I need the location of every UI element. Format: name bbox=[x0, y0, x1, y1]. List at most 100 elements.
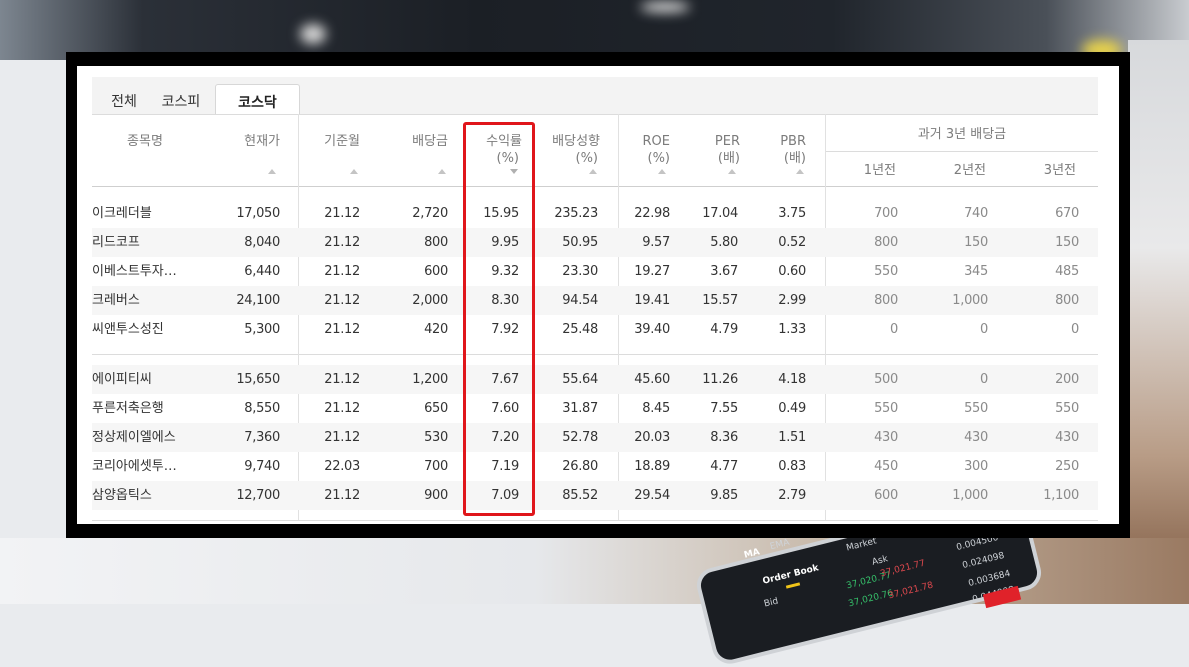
cell-name[interactable]: 씨앤투스성진 bbox=[92, 315, 212, 344]
column-header-pbr[interactable]: PBR bbox=[746, 134, 806, 150]
row-group-divider bbox=[92, 354, 1098, 355]
cell-y2: 740 bbox=[964, 206, 988, 221]
cell-div: 530 bbox=[424, 430, 448, 445]
cell-y2: 550 bbox=[964, 401, 988, 416]
sort-arrow-icon[interactable] bbox=[589, 169, 597, 174]
cell-month: 21.12 bbox=[324, 322, 360, 337]
cell-month: 21.12 bbox=[324, 401, 360, 416]
cell-y2: 430 bbox=[964, 430, 988, 445]
table-top-border bbox=[92, 114, 1098, 115]
sort-arrow-icon[interactable] bbox=[350, 169, 358, 174]
cell-per: 5.80 bbox=[710, 235, 738, 250]
cell-price: 8,550 bbox=[244, 401, 280, 416]
cell-roe: 39.40 bbox=[634, 322, 670, 337]
sort-arrow-icon[interactable] bbox=[728, 169, 736, 174]
column-header-payout[interactable]: 배당성향 bbox=[530, 134, 600, 150]
cell-month: 21.12 bbox=[324, 206, 360, 221]
cell-per: 3.67 bbox=[710, 264, 738, 279]
cell-y1: 500 bbox=[874, 372, 898, 387]
cell-pbr: 1.33 bbox=[778, 322, 806, 337]
cell-per: 4.79 bbox=[710, 322, 738, 337]
cell-payout: 94.54 bbox=[562, 293, 598, 308]
cell-payout: 85.52 bbox=[562, 488, 598, 503]
background-monitor bbox=[0, 0, 1189, 60]
cell-payout: 55.64 bbox=[562, 372, 598, 387]
cell-price: 15,650 bbox=[236, 372, 280, 387]
cell-pbr: 0.60 bbox=[778, 264, 806, 279]
cell-month: 21.12 bbox=[324, 235, 360, 250]
cell-name[interactable]: 정상제이엘에스 bbox=[92, 423, 212, 452]
cell-name[interactable]: 푸른저축은행 bbox=[92, 394, 212, 423]
cell-y3: 0 bbox=[1071, 322, 1079, 337]
cell-y2: 300 bbox=[964, 459, 988, 474]
cell-name[interactable]: 삼양옵틱스 bbox=[92, 481, 212, 510]
cell-name[interactable]: 에이피티씨 bbox=[92, 365, 212, 394]
cell-div: 420 bbox=[424, 322, 448, 337]
cell-price: 5,300 bbox=[244, 322, 280, 337]
cell-div: 2,000 bbox=[412, 293, 448, 308]
tab-all[interactable]: 전체 bbox=[100, 84, 148, 114]
cell-div: 650 bbox=[424, 401, 448, 416]
background-light bbox=[640, 2, 690, 12]
cell-name[interactable]: 크레버스 bbox=[92, 286, 212, 315]
cell-y1: 600 bbox=[874, 488, 898, 503]
cell-y2: 0 bbox=[980, 372, 988, 387]
sort-arrow-icon[interactable] bbox=[438, 169, 446, 174]
cell-pbr: 2.99 bbox=[778, 293, 806, 308]
cell-name[interactable]: 리드코프 bbox=[92, 228, 212, 257]
cell-y2: 345 bbox=[964, 264, 988, 279]
tab-kosdaq[interactable]: 코스닥 bbox=[215, 84, 300, 115]
column-header-name[interactable]: 종목명 bbox=[100, 134, 190, 150]
cell-div: 1,200 bbox=[412, 372, 448, 387]
column-header-1-year-ago[interactable]: 1년전 bbox=[820, 163, 896, 179]
cell-name[interactable]: 이크레더블 bbox=[92, 199, 212, 228]
cell-per: 17.04 bbox=[702, 206, 738, 221]
cell-name[interactable]: 이베스트투자… bbox=[92, 257, 212, 286]
cell-y3: 670 bbox=[1055, 206, 1079, 221]
tab-kospi[interactable]: 코스피 bbox=[152, 84, 210, 114]
cell-name[interactable]: 코리아에셋투… bbox=[92, 452, 212, 481]
sort-arrow-icon[interactable] bbox=[268, 169, 276, 174]
cell-price: 7,360 bbox=[244, 430, 280, 445]
cell-y2: 150 bbox=[964, 235, 988, 250]
cell-y1: 700 bbox=[874, 206, 898, 221]
column-header-per[interactable]: PER bbox=[680, 134, 740, 150]
cell-div: 900 bbox=[424, 488, 448, 503]
column-header-3-years-ago[interactable]: 3년전 bbox=[1000, 163, 1076, 179]
column-group-past-dividends: 과거 3년 배당금 bbox=[917, 127, 1007, 142]
column-header-2-years-ago[interactable]: 2년전 bbox=[910, 163, 986, 179]
cell-per: 7.55 bbox=[710, 401, 738, 416]
cell-div: 2,720 bbox=[412, 206, 448, 221]
cell-roe: 19.27 bbox=[634, 264, 670, 279]
cell-div: 600 bbox=[424, 264, 448, 279]
cell-roe: 22.98 bbox=[634, 206, 670, 221]
cell-pbr: 2.79 bbox=[778, 488, 806, 503]
cell-month: 21.12 bbox=[324, 264, 360, 279]
sort-arrow-icon[interactable] bbox=[658, 169, 666, 174]
table-bottom-border bbox=[92, 520, 1098, 521]
cell-y3: 550 bbox=[1055, 401, 1079, 416]
sort-arrow-icon[interactable] bbox=[796, 169, 804, 174]
column-header-base-month[interactable]: 기준월 bbox=[290, 134, 360, 150]
cell-y1: 550 bbox=[874, 264, 898, 279]
yield-column-highlight bbox=[463, 122, 535, 516]
cell-y1: 800 bbox=[874, 235, 898, 250]
cell-pbr: 3.75 bbox=[778, 206, 806, 221]
cell-div: 700 bbox=[424, 459, 448, 474]
column-header-price[interactable]: 현재가 bbox=[210, 134, 280, 150]
column-header-dividend[interactable]: 배당금 bbox=[380, 134, 448, 150]
cell-price: 24,100 bbox=[236, 293, 280, 308]
cell-pbr: 0.83 bbox=[778, 459, 806, 474]
cell-payout: 23.30 bbox=[562, 264, 598, 279]
cell-per: 15.57 bbox=[702, 293, 738, 308]
cell-pbr: 0.52 bbox=[778, 235, 806, 250]
cell-pbr: 4.18 bbox=[778, 372, 806, 387]
cell-y3: 485 bbox=[1055, 264, 1079, 279]
cell-payout: 52.78 bbox=[562, 430, 598, 445]
cell-roe: 8.45 bbox=[642, 401, 670, 416]
cell-pbr: 1.51 bbox=[778, 430, 806, 445]
column-header-roe[interactable]: ROE bbox=[610, 134, 670, 150]
cell-price: 17,050 bbox=[236, 206, 280, 221]
cell-roe: 19.41 bbox=[634, 293, 670, 308]
cell-per: 4.77 bbox=[710, 459, 738, 474]
